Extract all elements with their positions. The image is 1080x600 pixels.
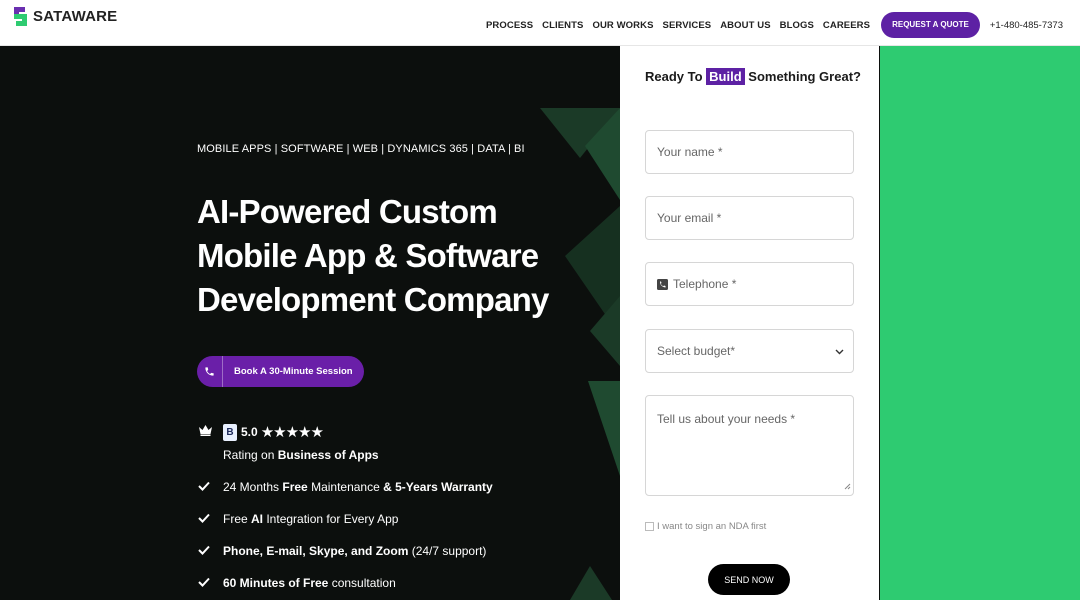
budget-select[interactable]: Select budget* xyxy=(645,329,854,373)
telephone-placeholder: Telephone * xyxy=(673,277,737,291)
rating-score: 5.0 xyxy=(241,425,258,439)
feature-text-part: (24/7 support) xyxy=(408,544,487,558)
form-title: Ready To Build Something Great? xyxy=(645,68,861,85)
feature-text-part: AI xyxy=(251,512,264,526)
email-placeholder: Your email * xyxy=(657,211,722,225)
needs-placeholder: Tell us about your needs * xyxy=(657,412,796,426)
checkmark-icon xyxy=(198,576,212,590)
nda-row: I want to sign an NDA first xyxy=(645,521,766,532)
book-session-label: Book A 30-Minute Session xyxy=(234,366,353,377)
feature-text-part: consultation xyxy=(328,576,396,590)
crown-icon xyxy=(198,423,213,441)
checkmark-icon xyxy=(198,480,212,494)
business-of-apps-logo-icon: B xyxy=(223,423,237,441)
feature-item: 60 Minutes of Free consultation xyxy=(198,576,396,590)
resize-handle-icon[interactable] xyxy=(844,479,851,493)
feature-text-part: 24 Months xyxy=(223,480,283,494)
feature-text-part: Phone, E-mail, Skype, and Zoom xyxy=(223,544,409,558)
form-title-part: Ready To xyxy=(645,69,707,84)
form-title-part: Something Great? xyxy=(744,69,861,84)
name-placeholder: Your name * xyxy=(657,145,723,159)
checkmark-icon xyxy=(198,512,212,526)
telephone-input[interactable]: Telephone * xyxy=(645,262,854,306)
logo[interactable]: SATAWARE xyxy=(12,6,117,27)
sataware-logo-icon xyxy=(12,6,29,27)
telephone-icon xyxy=(657,278,668,290)
form-title-highlight: Build xyxy=(706,68,745,85)
star-rating-icon: ★★★★★ xyxy=(260,424,324,441)
chevron-down-icon xyxy=(835,344,844,358)
feature-text: 60 Minutes of Free consultation xyxy=(223,576,396,590)
contact-form: Ready To Build Something Great? Your nam… xyxy=(620,46,879,600)
nav-item-about-us[interactable]: ABOUT US xyxy=(720,20,770,31)
feature-item: Phone, E-mail, Skype, and Zoom (24/7 sup… xyxy=(198,544,486,558)
rating-prefix: Rating on xyxy=(223,448,278,462)
nav-item-blogs[interactable]: BLOGS xyxy=(780,20,814,31)
feature-item: 24 Months Free Maintenance & 5-Years War… xyxy=(198,480,493,494)
feature-text-part: Integration for Every App xyxy=(263,512,399,526)
request-quote-button[interactable]: REQUEST A QUOTE xyxy=(881,12,980,38)
rating-source-text: Rating on Business of Apps xyxy=(223,448,379,462)
nav-item-clients[interactable]: CLIENTS xyxy=(542,20,583,31)
nav-item-careers[interactable]: CAREERS xyxy=(823,20,870,31)
nav-item-services[interactable]: SERVICES xyxy=(663,20,712,31)
rating-source: Business of Apps xyxy=(277,448,379,462)
headline-line-2: Mobile App & Software xyxy=(197,237,539,274)
feature-text-part: Maintenance xyxy=(307,480,384,494)
hero-headline: AI-Powered Custom Mobile App & Software … xyxy=(197,190,597,322)
checkmark-icon xyxy=(198,544,212,558)
nda-checkbox[interactable] xyxy=(645,522,654,531)
book-session-button[interactable]: Book A 30-Minute Session xyxy=(197,356,364,387)
needs-textarea[interactable]: Tell us about your needs * xyxy=(645,395,854,496)
headline-line-3: Development Company xyxy=(197,281,549,318)
rating-row: B 5.0 ★★★★★ xyxy=(198,423,324,441)
send-button[interactable]: SEND NOW xyxy=(708,564,790,595)
headline-line-1: AI-Powered Custom xyxy=(197,193,498,230)
feature-text: 24 Months Free Maintenance & 5-Years War… xyxy=(223,480,493,494)
main-menu: PROCESS CLIENTS OUR WORKS SERVICES ABOUT… xyxy=(486,12,1080,38)
name-input[interactable]: Your name * xyxy=(645,130,854,174)
nav-item-process[interactable]: PROCESS xyxy=(486,20,533,31)
logo-text: SATAWARE xyxy=(33,8,118,25)
phone-icon xyxy=(197,356,223,387)
feature-text: Phone, E-mail, Skype, and Zoom (24/7 sup… xyxy=(223,544,486,558)
budget-placeholder: Select budget* xyxy=(657,344,736,358)
feature-text-part: & 5-Years Warranty xyxy=(383,480,493,494)
feature-item: Free AI Integration for Every App xyxy=(198,512,398,526)
nav-item-our-works[interactable]: OUR WORKS xyxy=(592,20,653,31)
feature-text-part: 60 Minutes of Free xyxy=(223,576,329,590)
email-input[interactable]: Your email * xyxy=(645,196,854,240)
feature-text-part: Free xyxy=(223,512,252,526)
green-accent-panel xyxy=(880,46,1080,600)
top-navigation: SATAWARE PROCESS CLIENTS OUR WORKS SERVI… xyxy=(0,0,1080,46)
feature-text: Free AI Integration for Every App xyxy=(223,512,398,526)
services-tagline: MOBILE APPS | SOFTWARE | WEB | DYNAMICS … xyxy=(197,143,525,155)
nda-label: I want to sign an NDA first xyxy=(657,521,767,532)
feature-text-part: Free xyxy=(282,480,308,494)
phone-link[interactable]: +1-480-485-7373 xyxy=(990,20,1063,31)
